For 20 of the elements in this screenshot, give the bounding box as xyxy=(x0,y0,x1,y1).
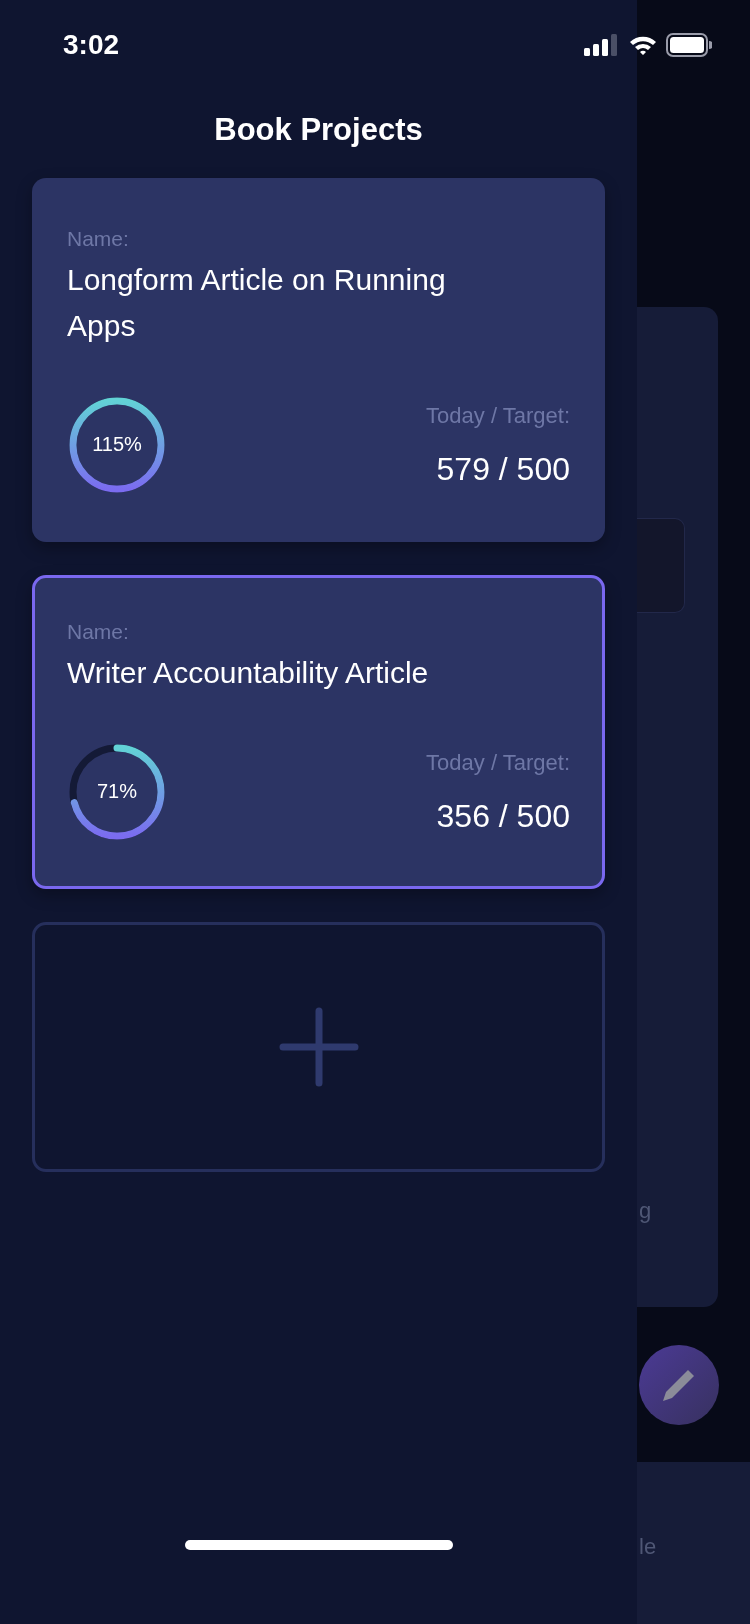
bottom-bar-text: le xyxy=(638,1534,657,1559)
target-label: Today / Target: xyxy=(426,749,570,776)
wifi-icon xyxy=(628,34,658,56)
project-name: Longform Article on Running Apps xyxy=(67,262,447,344)
project-name: Writer Accountability Article xyxy=(67,655,430,691)
plus-icon xyxy=(278,1007,359,1087)
drawer-title: Book Projects xyxy=(213,112,424,148)
name-label: Name: xyxy=(67,620,130,644)
progress-percent: 115% xyxy=(91,433,143,456)
signal-icon xyxy=(584,34,620,56)
project-card[interactable]: Name: Writer Accountability Article 71% Today / Target: 356 / 500 xyxy=(32,575,605,889)
word-count: 579 / 500 xyxy=(435,450,570,488)
name-label: Name: xyxy=(67,227,130,251)
status-time: 3:02 xyxy=(63,29,120,61)
battery-icon xyxy=(666,33,712,57)
target-label: Today / Target: xyxy=(426,402,570,429)
progress-percent: 71% xyxy=(96,780,138,803)
project-card[interactable]: Name: Longform Article on Running Apps 115% Today / Target: 579 / 500 xyxy=(32,178,605,542)
panel-text: g xyxy=(638,1198,653,1224)
word-count: 356 / 500 xyxy=(435,797,570,835)
